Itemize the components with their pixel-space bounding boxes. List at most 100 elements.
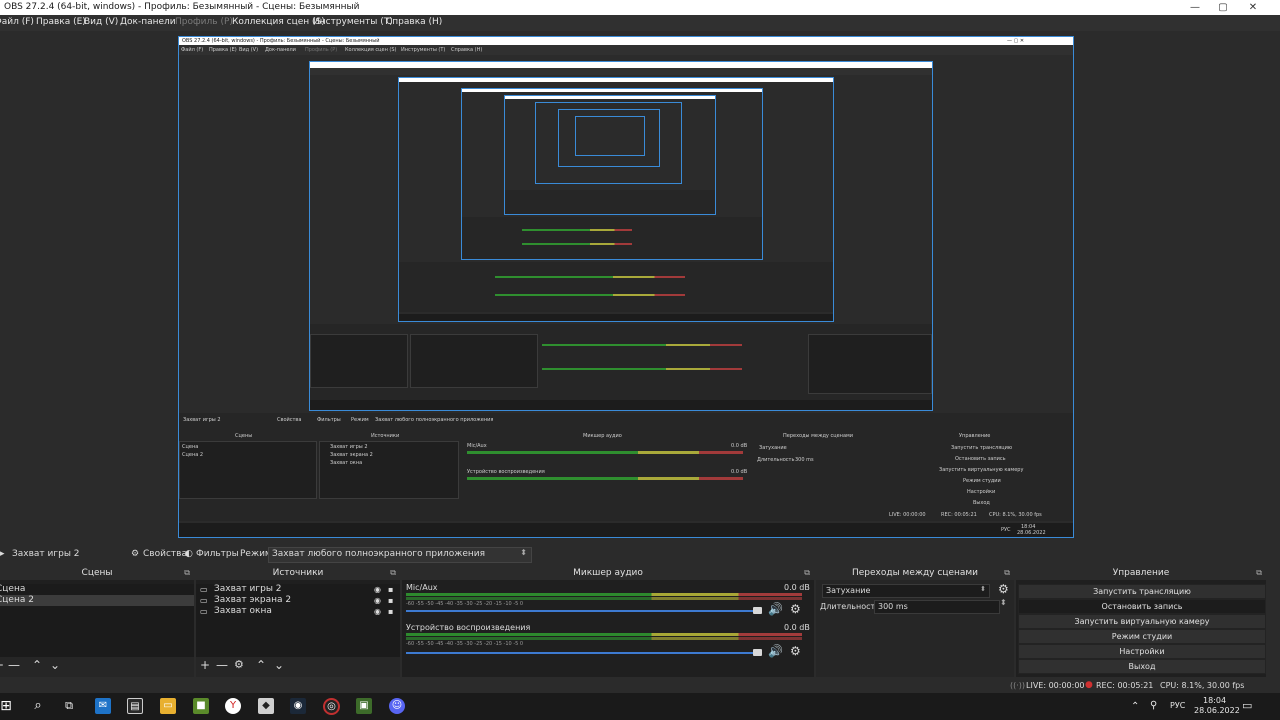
capture-mode-select[interactable]: Захват любого полноэкранного приложения … xyxy=(268,547,532,563)
nested-device-db: 0.0 dB xyxy=(731,469,748,475)
spin-arrows-icon[interactable]: ⬍ xyxy=(1000,598,1007,607)
nested-device-name: Устройство воспроизведения xyxy=(467,469,545,475)
nested-mixer-title: Микшер аудио xyxy=(583,433,622,439)
channel-db: 0.0 dB xyxy=(784,623,810,632)
minecraft-icon[interactable]: ■ xyxy=(193,698,209,714)
steam-icon[interactable]: ◉ xyxy=(290,698,306,714)
notifications-icon[interactable]: ▭ xyxy=(1242,699,1252,712)
exit-button[interactable]: Выход xyxy=(1018,659,1266,674)
nested-menu-file: Файл (F) xyxy=(181,47,204,53)
menu-help[interactable]: Справка (H) xyxy=(386,17,442,27)
nested-obs-window-5 xyxy=(504,95,716,215)
start-virtual-camera-button[interactable]: Запустить виртуальную камеру xyxy=(1018,614,1266,629)
nested-rec: REC: 00:05:21 xyxy=(941,512,977,518)
add-source-button[interactable]: + xyxy=(200,658,210,672)
gear-icon[interactable]: ⚙ xyxy=(998,582,1009,596)
duration-input[interactable]: 300 ms xyxy=(874,600,1000,614)
undock-icon[interactable]: ⧉ xyxy=(390,566,396,580)
gear-icon[interactable]: ⚙ xyxy=(790,602,801,616)
stop-recording-button[interactable]: Остановить запись xyxy=(1018,599,1266,614)
file-explorer-icon[interactable]: ▭ xyxy=(160,698,176,714)
preview-canvas[interactable]: OBS 27.2.4 (64-bit, windows) - Профиль: … xyxy=(0,31,1280,544)
task-view-icon[interactable]: ⧉ xyxy=(61,698,77,714)
chevron-up-icon[interactable]: ⌃ xyxy=(1131,701,1139,712)
source-item[interactable]: ▭ Захват игры 2 ◉ ▪ xyxy=(196,584,400,595)
nested-mic-meter xyxy=(467,451,743,454)
sources-dock: Источники ⧉ ▭ Захват игры 2 ◉ ▪ ▭ Захват… xyxy=(196,566,400,677)
window-icon: ▭ xyxy=(200,607,208,616)
settings-button[interactable]: Настройки xyxy=(1018,644,1266,659)
discord-icon[interactable]: ☺ xyxy=(389,698,405,714)
properties-button[interactable]: Свойства xyxy=(143,549,187,559)
eye-icon[interactable]: ◉ xyxy=(374,595,381,606)
yandex-browser-icon[interactable]: Y xyxy=(225,698,241,714)
gear-icon[interactable]: ⚙ xyxy=(790,644,801,658)
store-icon[interactable]: ▤ xyxy=(127,698,143,714)
menu-view[interactable]: Вид (V) xyxy=(84,17,118,27)
duration-value: 300 ms xyxy=(878,602,908,611)
menu-profile[interactable]: Профиль (P) xyxy=(175,17,233,27)
scene-label: Сцена xyxy=(0,584,26,594)
undock-icon[interactable]: ⧉ xyxy=(1004,566,1010,580)
menu-docks[interactable]: Док-панели xyxy=(120,17,176,27)
nested-date: 28.06.2022 xyxy=(1017,530,1046,536)
menu-scene-collection[interactable]: Коллекция сцен (S) xyxy=(232,17,325,27)
move-up-icon[interactable]: ⌃ xyxy=(32,658,42,672)
undock-icon[interactable]: ⧉ xyxy=(804,566,810,580)
obs-icon[interactable]: ◎ xyxy=(323,698,340,715)
nested-source-item: Захват окна xyxy=(330,460,363,466)
language-indicator[interactable]: РУС xyxy=(1170,701,1185,710)
nested2-scenes xyxy=(310,334,408,388)
search-icon[interactable]: ⌕ xyxy=(30,698,46,714)
lock-icon[interactable]: ▪ xyxy=(388,595,393,606)
filters-button[interactable]: Фильтры xyxy=(196,549,239,559)
studio-mode-button[interactable]: Режим студии xyxy=(1018,629,1266,644)
lock-icon[interactable]: ▪ xyxy=(388,584,393,595)
move-down-icon[interactable]: ⌄ xyxy=(274,658,284,672)
add-scene-button[interactable]: + xyxy=(0,658,4,672)
close-button[interactable]: ✕ xyxy=(1238,0,1268,15)
scenes-toolbar: + — ⌃ ⌄ xyxy=(0,657,194,677)
scene-item[interactable]: Сцена 2 xyxy=(0,595,194,606)
clock-date[interactable]: 28.06.2022 xyxy=(1194,706,1240,715)
menu-file[interactable]: Файл (F) xyxy=(0,17,34,27)
volume-slider-handle[interactable] xyxy=(753,607,762,614)
volume-slider-handle[interactable] xyxy=(753,649,762,656)
nested5-title-bar xyxy=(505,96,715,99)
volume-slider[interactable] xyxy=(406,652,762,654)
app-icon[interactable]: ◆ xyxy=(258,698,274,714)
undock-icon[interactable]: ⧉ xyxy=(1256,566,1262,580)
mail-icon[interactable]: ✉ xyxy=(95,698,111,714)
move-down-icon[interactable]: ⌄ xyxy=(50,658,60,672)
speaker-icon[interactable]: 🔊 xyxy=(768,644,783,658)
volume-slider[interactable] xyxy=(406,610,762,612)
nested-scenes-list: Сцена Сцена 2 xyxy=(179,441,317,499)
nested3-title-bar xyxy=(399,78,833,82)
lock-icon[interactable]: ▪ xyxy=(388,606,393,617)
move-up-icon[interactable]: ⌃ xyxy=(256,658,266,672)
eye-icon[interactable]: ◉ xyxy=(374,606,381,617)
start-streaming-button[interactable]: Запустить трансляцию xyxy=(1018,584,1266,599)
nested3-meter-2 xyxy=(495,294,685,296)
undock-icon[interactable]: ⧉ xyxy=(184,566,190,580)
menu-edit[interactable]: Правка (E) xyxy=(36,17,86,27)
remove-source-button[interactable]: — xyxy=(216,658,228,672)
windows-start-icon[interactable]: ⊞ xyxy=(0,698,14,714)
level-meter xyxy=(406,637,802,640)
speaker-icon[interactable]: 🔊 xyxy=(768,602,783,616)
gear-icon[interactable]: ⚙ xyxy=(234,658,244,671)
network-icon[interactable]: ⚲ xyxy=(1150,700,1157,711)
minecraft-launcher-icon[interactable]: ▣ xyxy=(356,698,372,714)
clock-time[interactable]: 18:04 xyxy=(1203,696,1226,705)
remove-scene-button[interactable]: — xyxy=(8,658,20,672)
source-item[interactable]: ▭ Захват экрана 2 ◉ ▪ xyxy=(196,595,400,606)
nested4-meter-2 xyxy=(522,243,632,245)
scene-item[interactable]: Сцена xyxy=(0,584,194,595)
minimize-button[interactable]: — xyxy=(1180,0,1210,15)
sources-toolbar: + — ⚙ ⌃ ⌄ xyxy=(196,657,400,677)
menu-tools[interactable]: Инструменты (T) xyxy=(313,17,393,27)
eye-icon[interactable]: ◉ xyxy=(374,584,381,595)
transition-select[interactable]: Затухание ⬍ xyxy=(822,584,990,598)
source-item[interactable]: ▭ Захват окна ◉ ▪ xyxy=(196,606,400,617)
maximize-button[interactable]: ▢ xyxy=(1208,0,1238,15)
